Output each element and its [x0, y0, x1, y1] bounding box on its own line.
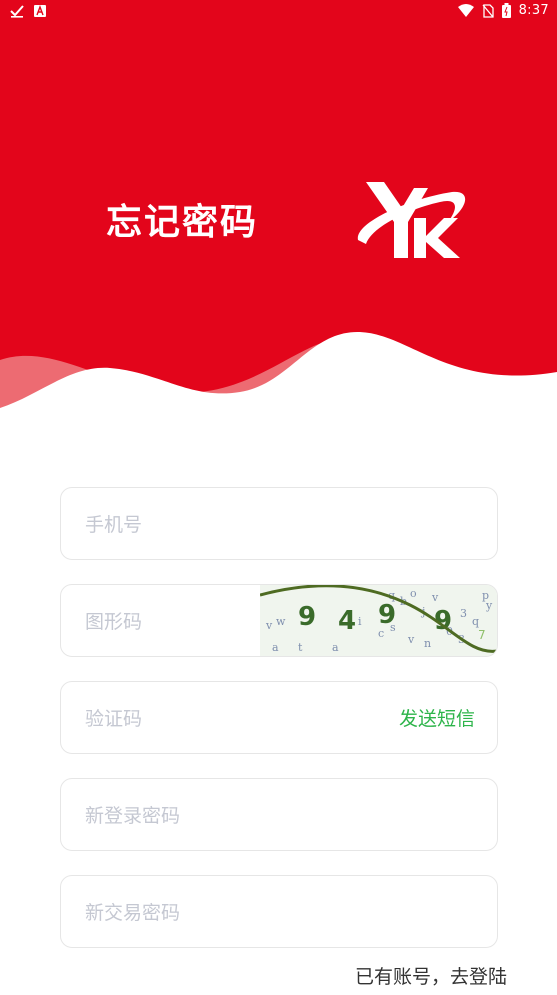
send-sms-button[interactable]: 发送短信: [399, 682, 475, 753]
wifi-icon: [457, 4, 474, 17]
phone-field: [60, 487, 498, 560]
svg-text:q: q: [472, 615, 479, 628]
brand-logo: [352, 178, 468, 262]
new-trade-password-input[interactable]: [83, 876, 387, 947]
svg-text:o: o: [410, 587, 417, 600]
svg-text:n: n: [424, 637, 431, 650]
svg-text:4: 4: [338, 606, 356, 636]
new-login-password-field: [60, 778, 498, 851]
svg-text:v: v: [407, 633, 415, 646]
sms-code-input[interactable]: [83, 682, 387, 753]
new-trade-password-field: [60, 875, 498, 948]
svg-text:9: 9: [298, 602, 316, 632]
svg-text:v: v: [265, 619, 273, 632]
notification-a-icon: [34, 5, 46, 17]
go-login-link[interactable]: 已有账号，去登陆: [355, 962, 507, 989]
captcha-image[interactable]: vwt aic sqb ojv vn0 3qp y3a 9499 7: [259, 585, 497, 656]
no-sim-icon: [482, 3, 494, 18]
header-banner: 8:37 忘记密码: [0, 0, 557, 410]
svg-text:9: 9: [378, 600, 396, 630]
svg-text:w: w: [276, 615, 286, 628]
phone-input[interactable]: [83, 488, 387, 559]
svg-text:t: t: [298, 641, 303, 654]
svg-text:i: i: [358, 615, 362, 628]
status-time: 8:37: [518, 3, 549, 18]
sms-code-field: 发送短信: [60, 681, 498, 754]
battery-icon: [501, 3, 511, 18]
svg-text:y: y: [485, 599, 493, 612]
new-login-password-input[interactable]: [83, 779, 387, 850]
captcha-graphic: v wt aic sq b ojv v n0 3qp y3a 9499 7: [259, 585, 497, 656]
status-bar: 8:37: [0, 0, 557, 24]
check-icon: [10, 4, 24, 18]
svg-text:a: a: [272, 641, 279, 654]
captcha-field: vwt aic sqb ojv vn0 3qp y3a 9499 7: [60, 584, 498, 657]
svg-text:v: v: [431, 591, 439, 604]
page-title: 忘记密码: [106, 202, 259, 243]
svg-text:a: a: [332, 641, 339, 654]
svg-text:3: 3: [460, 607, 467, 620]
svg-text:7: 7: [478, 628, 486, 642]
wave-decoration: [0, 331, 557, 410]
